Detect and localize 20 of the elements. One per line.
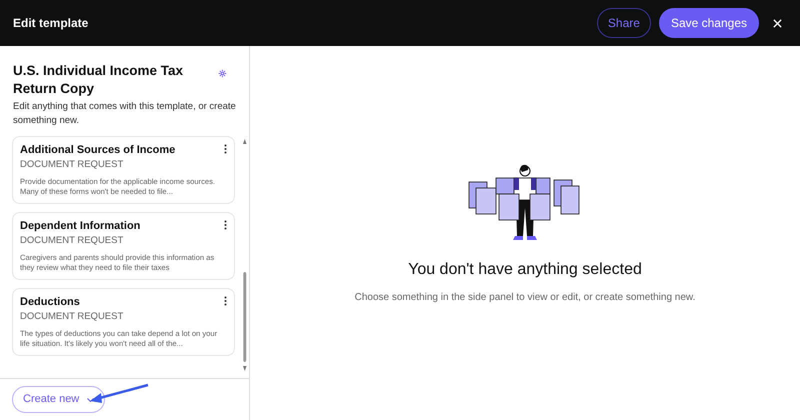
share-button[interactable]: Share	[596, 8, 651, 38]
card-type: DOCUMENT REQUEST	[20, 158, 124, 172]
annotation-arrow	[88, 383, 150, 405]
card-title: Deductions	[20, 294, 81, 310]
empty-state-heading: You don't have anything selected	[408, 260, 642, 280]
template-description: Edit anything that comes with this template, or create something new.	[12, 100, 237, 128]
more-options-icon[interactable]	[224, 144, 228, 154]
card-type: DOCUMENT REQUEST	[20, 310, 124, 324]
save-button[interactable]: Save changes	[658, 8, 759, 38]
page-title: Edit template	[13, 15, 88, 32]
template-title: U.S. Individual Income Tax Return Copy	[13, 62, 184, 98]
more-options-icon[interactable]	[224, 296, 228, 306]
empty-state-message: Choose something in the side panel to view or edit, or create something new.	[354, 291, 696, 305]
more-options-icon[interactable]	[224, 220, 228, 230]
card-title: Additional Sources of Income	[20, 142, 176, 158]
card-title: Dependent Information	[20, 218, 142, 234]
gear-icon[interactable]	[218, 68, 227, 79]
create-new-dropdown[interactable]: Create new	[12, 386, 106, 413]
close-icon[interactable]	[773, 18, 782, 28]
card-type: DOCUMENT REQUEST	[20, 234, 124, 248]
